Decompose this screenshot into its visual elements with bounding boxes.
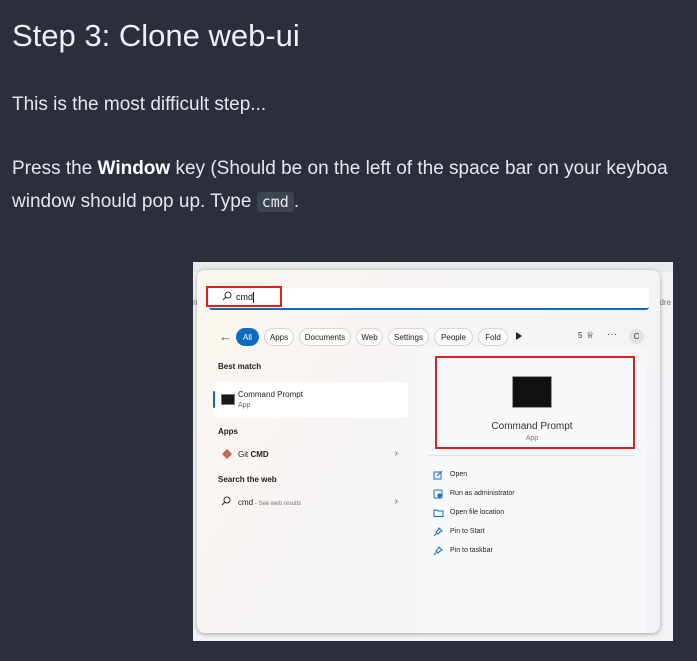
window-key-label: Window bbox=[97, 158, 171, 179]
more-icon[interactable]: ··· bbox=[607, 329, 617, 340]
instruction-end: . bbox=[293, 191, 300, 212]
tab-people[interactable]: People bbox=[434, 328, 473, 346]
web-result-label: cmd - See web results bbox=[238, 498, 301, 507]
open-external-icon bbox=[433, 470, 443, 480]
action-label: Pin to taskbar bbox=[450, 547, 493, 554]
app-git-cmd[interactable]: Git CMD › bbox=[213, 444, 408, 464]
apps-heading: Apps bbox=[218, 427, 238, 436]
best-match-heading: Best match bbox=[218, 362, 262, 371]
tab-apps[interactable]: Apps bbox=[264, 328, 294, 346]
app-git-cmd-label: Git CMD bbox=[238, 450, 269, 459]
avatar[interactable]: C bbox=[629, 329, 644, 344]
chevron-right-icon[interactable]: › bbox=[395, 496, 398, 507]
search-web-heading: Search the web bbox=[218, 475, 277, 484]
reward-count: 5 bbox=[578, 331, 583, 340]
action-label: Run as administrator bbox=[450, 490, 515, 497]
background-edge-text-right: dre bbox=[659, 298, 671, 307]
best-match-item[interactable]: Command Prompt App bbox=[213, 382, 408, 418]
tab-settings[interactable]: Settings bbox=[388, 328, 429, 346]
web-hint: - See web results bbox=[253, 501, 302, 507]
action-label: Pin to Start bbox=[450, 528, 485, 535]
git-icon bbox=[222, 449, 232, 459]
page-title: Step 3: Clone web-ui bbox=[12, 18, 300, 53]
best-match-title: Command Prompt bbox=[238, 390, 303, 399]
app-highlight-box bbox=[435, 356, 635, 449]
app-label-match: CMD bbox=[250, 450, 269, 459]
back-arrow-icon[interactable]: ← bbox=[219, 329, 232, 344]
pin-icon bbox=[433, 527, 443, 537]
app-label-prefix: Git bbox=[238, 450, 251, 459]
web-result-cmd[interactable]: cmd - See web results › bbox=[213, 492, 408, 512]
filter-tabs: ← All Apps Documents Web Settings People… bbox=[215, 328, 645, 346]
instruction-press: Press the bbox=[12, 158, 98, 179]
terminal-icon bbox=[221, 394, 235, 405]
web-query: cmd bbox=[238, 498, 254, 507]
shield-icon bbox=[433, 489, 443, 499]
pin-icon bbox=[433, 546, 443, 556]
tab-folders[interactable]: Fold bbox=[478, 328, 508, 346]
intro-text: This is the most difficult step... bbox=[12, 94, 267, 115]
tab-documents[interactable]: Documents bbox=[299, 328, 351, 346]
divider bbox=[429, 455, 635, 456]
play-icon[interactable] bbox=[515, 331, 523, 341]
tab-all[interactable]: All bbox=[236, 328, 259, 346]
best-match-subtitle: App bbox=[238, 402, 251, 409]
rewards-icon[interactable]: ♕ bbox=[586, 330, 594, 341]
cmd-code: cmd bbox=[256, 192, 294, 212]
start-search-window: cmd ← All Apps Documents Web Settings Pe… bbox=[197, 270, 660, 633]
tab-web[interactable]: Web bbox=[356, 328, 383, 346]
detail-pane: Command Prompt App Open Run as administr… bbox=[417, 348, 647, 633]
instruction-text: Press the Window key (Should be on the l… bbox=[12, 152, 697, 219]
selection-indicator bbox=[213, 391, 215, 408]
instruction-rest: key (Should be on the left of the space … bbox=[170, 158, 668, 179]
start-menu-screenshot: n dre cmd ← All Apps Documents Web Setti… bbox=[193, 262, 673, 641]
instruction-line2: window should pop up. Type bbox=[12, 191, 257, 212]
action-label: Open file location bbox=[450, 509, 505, 516]
chevron-right-icon[interactable]: › bbox=[395, 448, 398, 459]
action-label: Open bbox=[450, 471, 468, 478]
folder-icon bbox=[433, 509, 444, 517]
search-highlight-box bbox=[206, 286, 282, 307]
search-icon bbox=[221, 496, 231, 506]
